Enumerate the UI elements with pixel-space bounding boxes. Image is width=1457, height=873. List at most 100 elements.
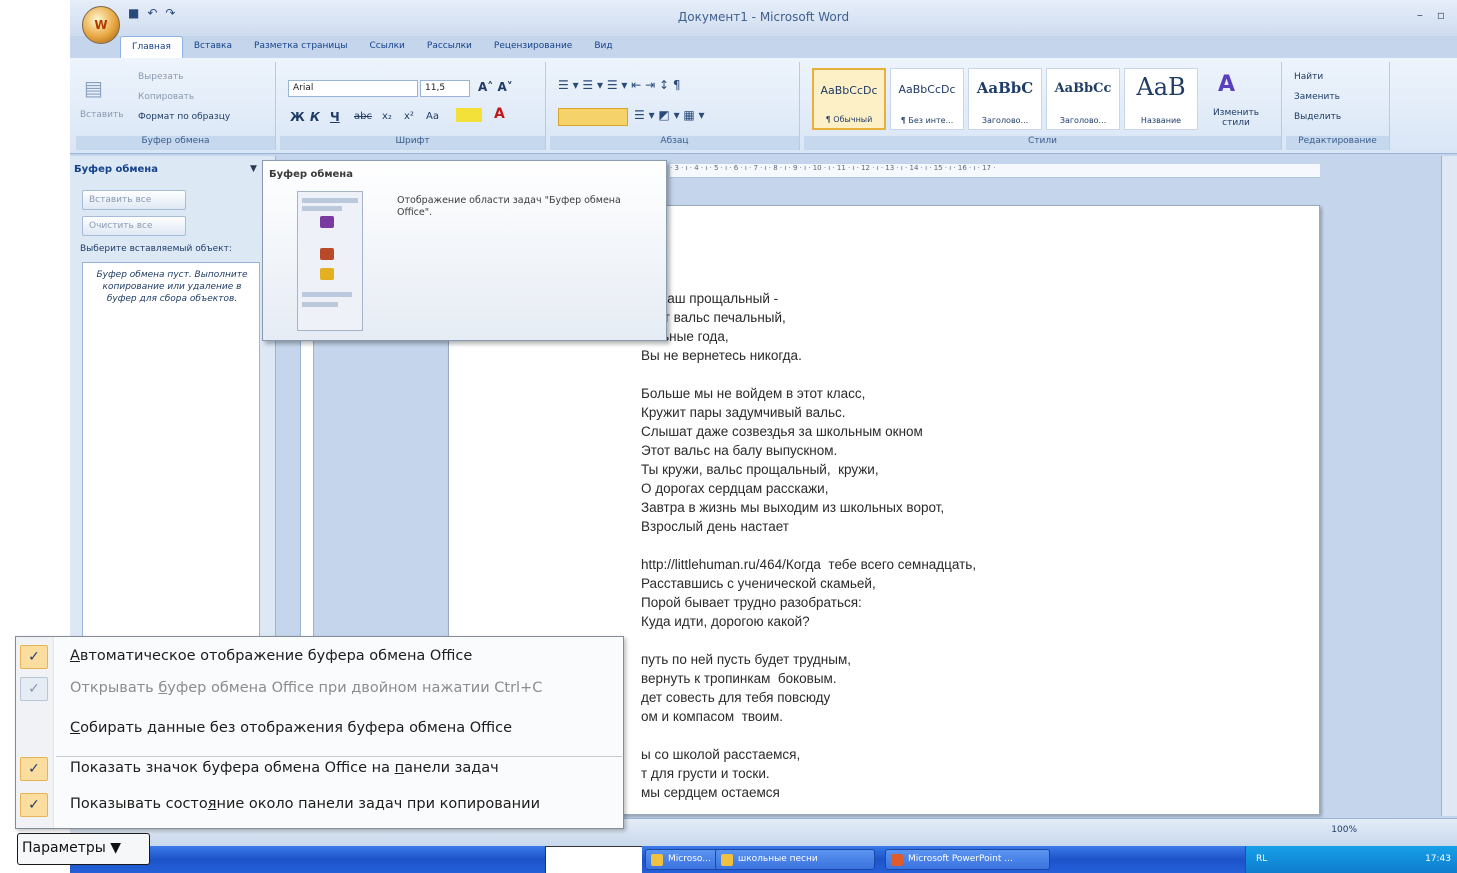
taskbar-item-folder[interactable]: школьные песни — [715, 849, 875, 870]
document-line[interactable]: вернуть к тропинкам боковым. — [641, 669, 976, 688]
subscript-button[interactable]: x₂ — [382, 111, 392, 122]
tab-review[interactable]: Рецензирование — [483, 36, 583, 58]
document-blank-line[interactable] — [641, 365, 976, 384]
preview-bar — [302, 302, 338, 307]
paste-all-button[interactable]: Вставить все — [82, 190, 186, 210]
paste-button[interactable]: Вставить — [80, 110, 124, 120]
style-heading-2[interactable]: AaBbCc Заголово... — [1046, 68, 1120, 130]
minimize-button[interactable]: – — [1417, 8, 1423, 22]
change-styles-icon[interactable]: A — [1218, 72, 1235, 97]
document-line[interactable]: Расставшись с ученической скамьей, — [641, 574, 976, 593]
highlight-color-icon[interactable] — [456, 108, 482, 122]
spacing-icons[interactable]: ☰ ▾ ◩ ▾ ▦ ▾ — [634, 108, 705, 122]
document-line[interactable]: мы сердцем остаемся — [641, 783, 976, 802]
screen: W ■ ↶ ↷ Документ1 - Microsoft Word – ▫ Г… — [0, 0, 1457, 873]
document-line[interactable]: Больше мы не войдем в этот класс, — [641, 384, 976, 403]
menu-item-option[interactable]: Собирать данные без отображения буфера о… — [16, 713, 623, 745]
document-line[interactable]: Этот вальс на балу выпускном. — [641, 441, 976, 460]
horizontal-ruler[interactable]: · 3 · ı · 4 · ı · 5 · ı · 6 · ı · 7 · ı … — [670, 164, 1320, 178]
menu-item-label: Автоматическое отображение буфера обмена… — [70, 648, 472, 664]
style-title[interactable]: AaB Название — [1124, 68, 1198, 130]
document-blank-line[interactable] — [641, 631, 976, 650]
menu-item-option[interactable]: ✓ Показать значок буфера обмена Office на… — [16, 753, 623, 785]
find-button[interactable]: Найти — [1294, 72, 1323, 82]
document-line[interactable]: дет совесть для тебя повсюду — [641, 688, 976, 707]
document-line[interactable]: Завтра в жизнь мы выходим из школьных во… — [641, 498, 976, 517]
copy-button[interactable]: Копировать — [138, 92, 194, 102]
system-tray: RL 17:43 — [1245, 846, 1457, 873]
align-left-button[interactable] — [558, 108, 628, 126]
accelerator-key: С — [70, 720, 81, 736]
style-no-spacing[interactable]: AaBbCcDc ¶ Без инте... — [890, 68, 964, 130]
zoom-level[interactable]: 100% — [1331, 825, 1357, 835]
label-text: втоматическое отображение буфера обмена … — [79, 648, 473, 664]
paste-icon[interactable]: ▤ — [84, 76, 103, 100]
underline-button[interactable]: Ч — [330, 110, 340, 124]
group-clipboard: ▤ Вставить Вырезать Копировать Формат по… — [76, 62, 276, 150]
menu-item-option[interactable]: ✓ Показывать состояние около панели задач… — [16, 789, 623, 821]
document-line[interactable]: ы со школой расстаемся, — [641, 745, 976, 764]
document-line[interactable]: одит вальс печальный, — [641, 308, 976, 327]
preview-bar — [302, 292, 352, 297]
select-button[interactable]: Выделить — [1294, 112, 1341, 122]
italic-button[interactable]: К — [310, 110, 320, 124]
empty-check-slot — [20, 717, 48, 741]
taskbar-item-powerpoint[interactable]: Microsoft PowerPoint ... — [885, 849, 1050, 870]
menu-item-option[interactable]: ✓ Автоматическое отображение буфера обмен… — [16, 641, 623, 673]
style-normal[interactable]: AaBbCcDc ¶ Обычный — [812, 68, 886, 130]
change-styles-button[interactable]: Изменить стили — [1206, 108, 1266, 128]
document-line[interactable]: ер наш прощальный - — [641, 289, 976, 308]
label-text: анели задач — [404, 760, 499, 776]
document-line[interactable]: Ты кружи, вальс прощальный, кружи, — [641, 460, 976, 479]
tab-home[interactable]: Главная — [120, 36, 183, 58]
tooltip-description: Отображение области задач "Буфер обмена … — [397, 195, 621, 218]
group-styles: AaBbCcDc ¶ Обычный AaBbCcDc ¶ Без инте..… — [804, 62, 1282, 150]
document-line[interactable]: т для грусти и тоски. — [641, 764, 976, 783]
document-line[interactable]: http://littlehuman.ru/464/Когда тебе все… — [641, 555, 976, 574]
clock: 17:43 — [1425, 854, 1451, 864]
document-line[interactable]: Порой бывает трудно разобраться: — [641, 593, 976, 612]
document-blank-line[interactable] — [641, 536, 976, 555]
menu-item-option[interactable]: ✓ Открывать буфер обмена Office при двойн… — [16, 673, 623, 705]
tab-references[interactable]: Ссылки — [359, 36, 416, 58]
replace-button[interactable]: Заменить — [1294, 92, 1340, 102]
preview-picture — [320, 268, 334, 280]
document-line[interactable]: Куда идти, дорогою какой? — [641, 612, 976, 631]
font-size-box[interactable]: 11,5 — [420, 80, 470, 97]
vertical-scrollbar[interactable] — [1441, 156, 1457, 816]
strikethrough-button[interactable]: abc — [354, 111, 372, 122]
document-text[interactable]: ер наш прощальный - одит вальс печальный,… — [641, 289, 976, 802]
grow-font-icon[interactable]: A˄ A˅ — [478, 80, 513, 94]
list-icons[interactable]: ☰ ▾ ☰ ▾ ☰ ▾ ⇤ ⇥ ↕ ¶ — [558, 78, 680, 92]
maximize-button[interactable]: ▫ — [1437, 8, 1445, 22]
pane-menu-arrow-icon[interactable]: ▼ — [250, 164, 257, 174]
format-painter-button[interactable]: Формат по образцу — [138, 112, 230, 122]
clear-all-button[interactable]: Очистить все — [82, 216, 186, 236]
menu-item-label: Показать значок буфера обмена Office на … — [70, 760, 499, 776]
options-button[interactable]: Параметры ▼ — [17, 833, 150, 865]
document-line[interactable]: Кружит пары задумчивый вальс. — [641, 403, 976, 422]
tab-insert[interactable]: Вставка — [183, 36, 243, 58]
document-line[interactable]: кольные года, — [641, 327, 976, 346]
tab-page-layout[interactable]: Разметка страницы — [243, 36, 359, 58]
change-case-button[interactable]: Aa — [426, 111, 439, 122]
document-line[interactable]: путь по ней пусть будет трудным, — [641, 650, 976, 669]
language-indicator[interactable]: RL — [1256, 854, 1267, 864]
pane-title: Буфер обмена — [74, 164, 158, 175]
bold-button[interactable]: Ж — [290, 110, 305, 124]
document-line[interactable]: О дорогах сердцам расскажи, — [641, 479, 976, 498]
tab-view[interactable]: Вид — [583, 36, 623, 58]
document-line[interactable]: Слышат даже созвездья за школьным окном — [641, 422, 976, 441]
document-line[interactable]: Вы не вернетесь никогда. — [641, 346, 976, 365]
superscript-button[interactable]: x² — [404, 111, 414, 122]
font-name-box[interactable]: Arial — [288, 80, 418, 97]
tab-mailings[interactable]: Рассылки — [416, 36, 483, 58]
cut-button[interactable]: Вырезать — [138, 72, 183, 82]
style-heading-1[interactable]: AaBbC Заголово... — [968, 68, 1042, 130]
document-line[interactable]: ом и компасом твоим. — [641, 707, 976, 726]
font-color-icon[interactable]: A — [494, 106, 505, 122]
group-label-editing: Редактирование — [1286, 136, 1389, 150]
document-line[interactable]: Взрослый день настает — [641, 517, 976, 536]
window-title: Документ1 - Microsoft Word — [677, 10, 850, 24]
document-blank-line[interactable] — [641, 726, 976, 745]
